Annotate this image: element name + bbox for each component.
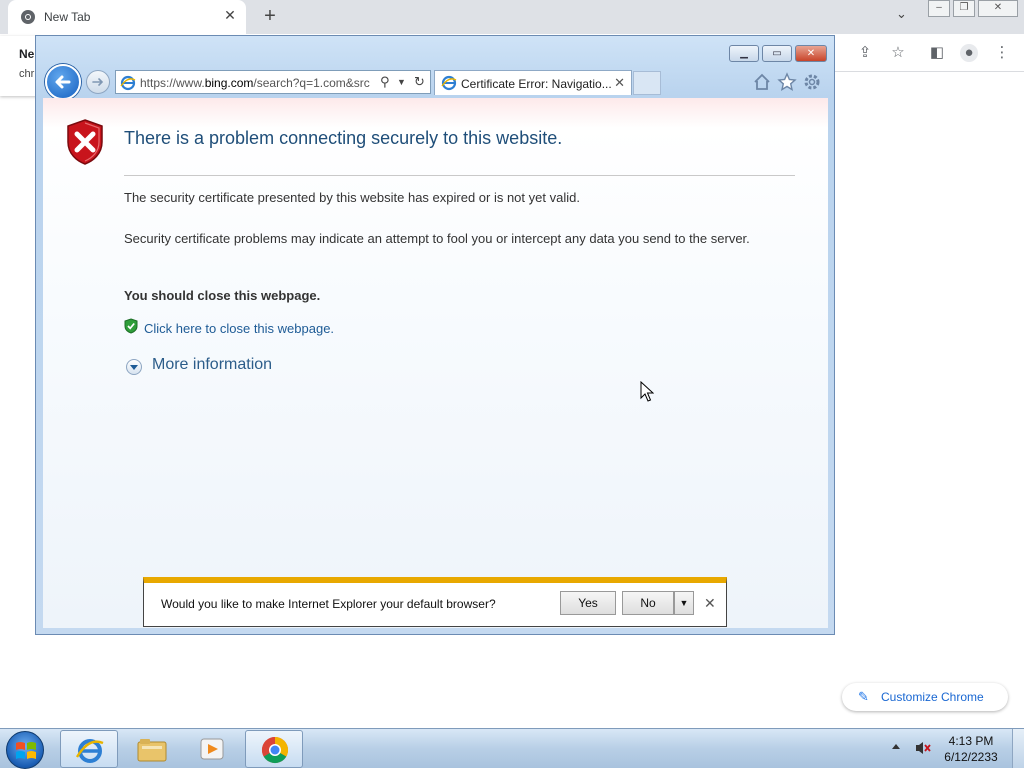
green-shield-check-icon — [124, 318, 138, 334]
close-window-button[interactable]: ✕ — [978, 0, 1018, 17]
clock-time: 4:13 PM — [948, 734, 994, 748]
bookmark-star-icon[interactable]: ☆ — [889, 44, 907, 62]
chrome-tab-title: New Tab — [44, 10, 91, 24]
internet-explorer-icon — [75, 739, 104, 763]
search-icon[interactable]: ⚲ — [380, 74, 390, 90]
restore-button[interactable]: ❐ — [953, 0, 975, 17]
shortcut-subtext: chr — [19, 68, 35, 80]
chrome-icon — [261, 736, 289, 764]
ie-page-content: There is a problem connecting securely t… — [43, 98, 828, 628]
taskbar-internet-explorer[interactable] — [60, 730, 118, 768]
refresh-icon[interactable]: ↻ — [414, 74, 425, 90]
default-browser-notification: Would you like to make Internet Explorer… — [143, 577, 727, 627]
taskbar-media-player[interactable] — [183, 730, 241, 768]
start-button[interactable] — [6, 731, 44, 769]
error-advice: You should close this webpage. — [124, 288, 321, 303]
media-player-icon — [200, 738, 224, 760]
no-dropdown-arrow-icon[interactable]: ▼ — [674, 591, 694, 615]
ie-page-icon — [120, 75, 136, 91]
close-notification-icon[interactable]: ✕ — [704, 595, 716, 612]
chrome-icon — [21, 10, 35, 24]
clock-date: 6/12/2233 — [944, 750, 998, 764]
more-information-link[interactable]: More information — [152, 356, 272, 374]
taskbar-google-chrome[interactable] — [245, 730, 303, 768]
ie-minimize-button[interactable]: ▁ — [729, 45, 759, 62]
folder-icon — [137, 739, 167, 762]
error-warning: Security certificate problems may indica… — [124, 231, 750, 246]
windows-logo-icon — [16, 742, 36, 759]
new-tab-button[interactable]: + — [260, 5, 280, 28]
volume-muted-icon[interactable] — [914, 740, 932, 756]
share-icon[interactable]: ⇪ — [856, 44, 874, 62]
taskbar — [0, 728, 1024, 769]
system-clock[interactable]: 4:13 PM 6/12/2233 — [940, 733, 1002, 765]
error-description: The security certificate presented by th… — [124, 190, 580, 205]
notification-message: Would you like to make Internet Explorer… — [161, 597, 496, 611]
error-title: There is a problem connecting securely t… — [124, 128, 563, 148]
chevron-down-icon[interactable]: ⌄ — [896, 6, 907, 22]
ie-window: ▁ ▭ ✕ https://www.bing.com/search?q=1.co… — [35, 35, 835, 635]
customize-chrome-button[interactable]: ✎ Customize Chrome — [842, 683, 1008, 711]
customize-chrome-label: Customize Chrome — [881, 690, 984, 704]
address-bar[interactable]: https://www.bing.com/search?q=1.com&src … — [115, 70, 431, 94]
home-icon[interactable] — [752, 72, 772, 92]
expand-chevron-icon[interactable] — [126, 359, 142, 375]
gear-icon[interactable] — [802, 72, 822, 92]
dropdown-arrow-icon[interactable]: ▼ — [397, 77, 406, 87]
ie-tab-title: Certificate Error: Navigatio... — [461, 77, 612, 91]
ie-tab-certificate-error[interactable]: Certificate Error: Navigatio... ✕ — [434, 70, 632, 95]
address-url: https://www.bing.com/search?q=1.com&src — [140, 76, 370, 90]
taskbar-file-explorer[interactable] — [122, 730, 180, 768]
mouse-cursor-icon — [640, 381, 654, 402]
side-panel-icon[interactable]: ◧ — [928, 44, 946, 62]
show-desktop-button[interactable] — [1012, 729, 1024, 768]
close-webpage-link[interactable]: Click here to close this webpage. — [144, 321, 334, 336]
ie-maximize-button[interactable]: ▭ — [762, 45, 792, 62]
close-icon[interactable]: ✕ — [222, 7, 238, 24]
chrome-shortcut-card: Ne chr — [0, 36, 40, 96]
minimize-button[interactable]: – — [928, 0, 950, 17]
back-button[interactable] — [45, 64, 81, 100]
forward-arrow-icon — [92, 78, 104, 86]
back-arrow-icon — [55, 75, 71, 89]
pencil-icon: ✎ — [858, 689, 869, 704]
divider — [124, 175, 795, 176]
show-hidden-icons-button[interactable] — [892, 744, 900, 749]
close-tab-icon[interactable]: ✕ — [614, 75, 625, 91]
profile-avatar-icon[interactable]: ● — [960, 44, 978, 62]
yes-button[interactable]: Yes — [560, 591, 616, 615]
shortcut-heading: Ne — [19, 47, 35, 61]
no-button[interactable]: No — [622, 591, 674, 615]
ie-close-button[interactable]: ✕ — [795, 45, 827, 62]
ie-new-tab-button[interactable] — [633, 71, 661, 95]
error-shield-icon — [67, 119, 103, 165]
ie-page-icon — [441, 75, 457, 91]
favorites-star-icon[interactable] — [777, 72, 797, 92]
chrome-tab-new-tab[interactable]: New Tab ✕ — [8, 0, 246, 34]
menu-kebab-icon[interactable]: ⋮ — [993, 44, 1011, 62]
forward-button[interactable] — [86, 70, 110, 94]
